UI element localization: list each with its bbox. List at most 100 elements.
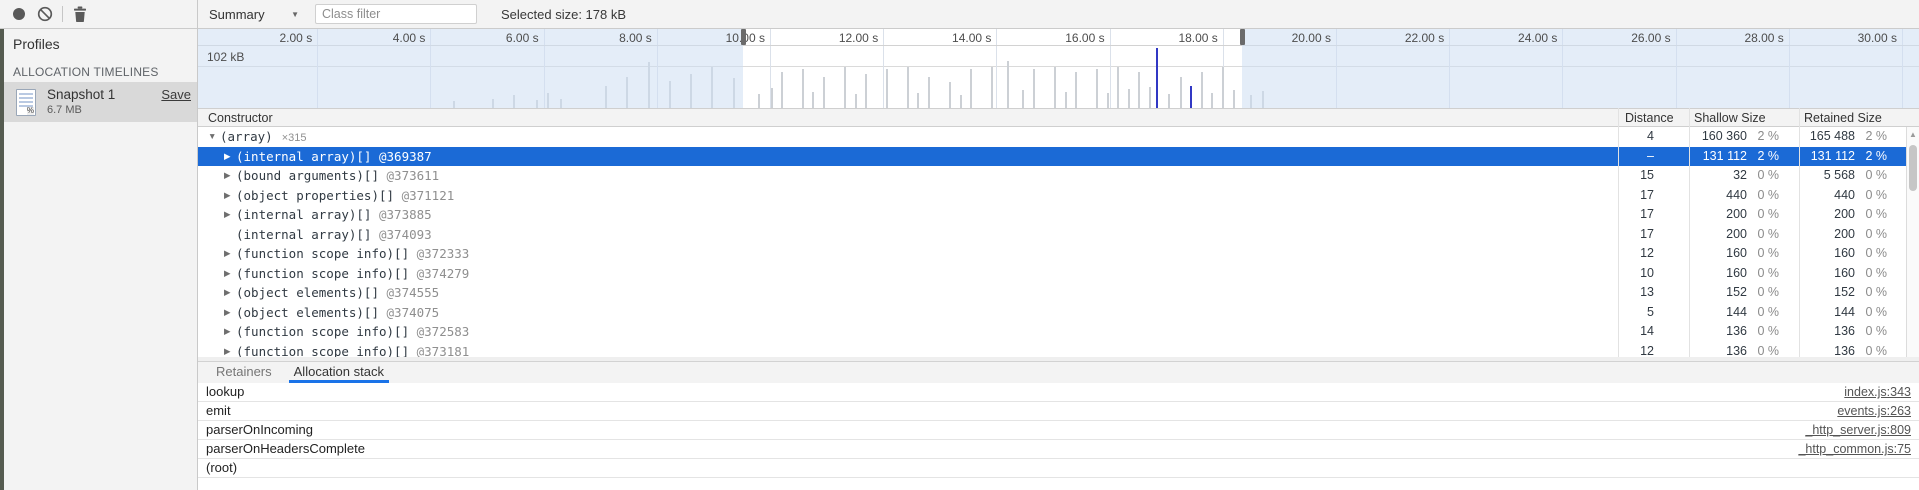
grid-row[interactable]: ▶(internal array)[] @373885172000 %2000 … [198, 205, 1906, 225]
timeline-tick-label: 6.00 s [506, 31, 539, 45]
column-header-constructor[interactable]: Constructor [208, 110, 273, 127]
source-location-link[interactable]: _http_common.js:75 [1798, 440, 1911, 458]
column-divider [1689, 108, 1690, 357]
retained-size-value: 440 [1834, 186, 1855, 206]
scroll-up-arrow-icon[interactable]: ▲ [1909, 130, 1917, 139]
shallow-size-value: 160 [1726, 244, 1747, 264]
constructor-name: (function scope info)[] @372333 [236, 244, 469, 264]
expand-arrow-icon[interactable]: ▶ [224, 303, 231, 323]
grid-row[interactable]: ▶(function scope info)[] @372583141360 %… [198, 322, 1906, 342]
allocation-bar [1180, 77, 1182, 108]
heap-object-grid: Constructor Distance Shallow Size Retain… [198, 108, 1919, 357]
shallow-size-value: 160 360 [1702, 127, 1747, 147]
source-location-link[interactable]: index.js:343 [1844, 383, 1911, 401]
constructor-name: (object elements)[] @374555 [236, 283, 439, 303]
allocation-bar [1022, 90, 1024, 108]
perspective-select[interactable]: Summary ▼ [209, 7, 303, 22]
grid-row[interactable]: ▼(array)×3154160 3602 %165 4882 % [198, 127, 1906, 147]
grid-row[interactable]: (internal array)[] @374093172000 %2000 % [198, 225, 1906, 245]
selection-handle-right[interactable] [1240, 29, 1245, 45]
delete-profile-button[interactable] [67, 3, 93, 25]
grid-row[interactable]: ▶(object elements)[] @37407551440 %1440 … [198, 303, 1906, 323]
expand-arrow-icon[interactable]: ▶ [224, 342, 231, 358]
object-id: @371121 [402, 188, 455, 203]
shallow-size-value: 131 112 [1703, 147, 1747, 167]
scrollbar-thumb[interactable] [1909, 145, 1917, 191]
circle-slash-icon [37, 6, 53, 22]
column-header-retained-size[interactable]: Retained Size [1804, 110, 1882, 127]
allocation-bar [1211, 93, 1213, 108]
grid-row-selected[interactable]: ▶(internal array)[] @369387–131 1122 %13… [198, 147, 1906, 167]
retained-size-value: 160 [1834, 244, 1855, 264]
shallow-size-percent: 0 % [1757, 283, 1779, 303]
allocation-bar [771, 88, 773, 108]
save-snapshot-link[interactable]: Save [161, 87, 191, 102]
record-icon [12, 7, 26, 21]
retained-size-percent: 0 % [1865, 186, 1887, 206]
expand-arrow-icon[interactable]: ▶ [224, 147, 231, 167]
expand-arrow-icon[interactable]: ▶ [224, 264, 231, 284]
allocation-bar [855, 94, 857, 108]
allocation-bar [949, 82, 951, 108]
stack-frame-row: (root) [198, 459, 1919, 478]
shallow-size-percent: 0 % [1757, 205, 1779, 225]
expand-arrow-icon[interactable]: ▶ [224, 283, 231, 303]
allocation-timeline-overview[interactable]: 102 kB 2.00 s4.00 s6.00 s8.00 s10.00 s12… [198, 29, 1919, 108]
allocation-bar [960, 95, 962, 108]
timeline-tick-label: 8.00 s [619, 31, 652, 45]
timeline-gridline [996, 29, 997, 108]
class-filter-input[interactable] [315, 4, 477, 24]
grid-row[interactable]: ▶(object properties)[] @371121174400 %44… [198, 186, 1906, 206]
stack-frame-function: lookup [206, 383, 244, 401]
selection-handle-left[interactable] [741, 29, 746, 45]
selected-size-label: Selected size: 178 kB [501, 7, 626, 22]
expand-arrow-icon[interactable]: ▶ [224, 205, 231, 225]
tab-retainers[interactable]: Retainers [211, 362, 277, 383]
allocation-bar [1033, 69, 1035, 108]
distance-value: 13 [1640, 283, 1654, 303]
allocation-bar [917, 93, 919, 108]
expand-arrow-icon[interactable]: ▶ [224, 322, 231, 342]
grid-vertical-scrollbar[interactable]: ▲ [1906, 127, 1919, 357]
object-id: @372583 [417, 324, 470, 339]
clear-profiles-button[interactable] [32, 3, 58, 25]
grid-rows: ▼(array)×3154160 3602 %165 4882 %▶(inter… [198, 127, 1919, 357]
column-header-distance[interactable]: Distance [1625, 110, 1674, 127]
timeline-tick-label: 24.00 s [1518, 31, 1557, 45]
toolbar-right-controls: Summary ▼ Selected size: 178 kB [198, 0, 1919, 28]
timeline-tick-label: 2.00 s [280, 31, 313, 45]
grid-row[interactable]: ▶(function scope info)[] @373181121360 %… [198, 342, 1906, 358]
expand-arrow-icon[interactable]: ▶ [224, 166, 231, 186]
shallow-size-percent: 2 % [1757, 147, 1779, 167]
allocation-bar [1117, 67, 1119, 108]
column-divider [1799, 108, 1800, 357]
shallow-size-value: 200 [1726, 205, 1747, 225]
sidebar-item-snapshot-1[interactable]: % Snapshot 1 6.7 MB Save [4, 82, 197, 122]
allocation-bar [907, 67, 909, 108]
constructor-name: (function scope info)[] @372583 [236, 322, 469, 342]
expand-arrow-icon[interactable]: ▶ [224, 186, 231, 206]
shallow-size-percent: 0 % [1757, 186, 1779, 206]
column-divider [1618, 108, 1619, 357]
timeline-tick-label: 26.00 s [1631, 31, 1670, 45]
timeline-tick-label: 16.00 s [1065, 31, 1104, 45]
expand-arrow-icon[interactable]: ▶ [224, 244, 231, 264]
grid-row[interactable]: ▶(bound arguments)[] @37361115320 %5 568… [198, 166, 1906, 186]
details-tab-bar: Retainers Allocation stack [198, 361, 1919, 384]
source-location-link[interactable]: _http_server.js:809 [1805, 421, 1911, 439]
allocation-timelines-section-header: ALLOCATION TIMELINES [13, 65, 159, 79]
shallow-size-value: 32 [1733, 166, 1747, 186]
tab-allocation-stack[interactable]: Allocation stack [289, 362, 389, 383]
grid-row[interactable]: ▶(function scope info)[] @374279101600 %… [198, 264, 1906, 284]
retained-size-value: 200 [1834, 225, 1855, 245]
expand-arrow-icon[interactable]: ▼ [208, 127, 216, 147]
grid-row[interactable]: ▶(function scope info)[] @372333121600 %… [198, 244, 1906, 264]
object-id: @374075 [387, 305, 440, 320]
source-location-link[interactable]: events.js:263 [1837, 402, 1911, 420]
constructor-name: (internal array)[] @373885 [236, 205, 432, 225]
distance-value: 14 [1640, 322, 1654, 342]
grid-row[interactable]: ▶(object elements)[] @374555131520 %1520… [198, 283, 1906, 303]
column-header-shallow-size[interactable]: Shallow Size [1694, 110, 1766, 127]
record-heap-allocations-button[interactable] [6, 3, 32, 25]
allocation-bar [1168, 94, 1170, 108]
